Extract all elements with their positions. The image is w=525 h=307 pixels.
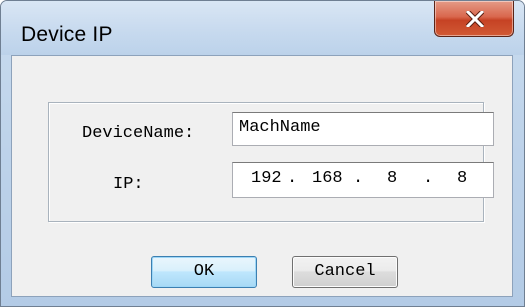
ip-octet-2[interactable]: 168: [312, 169, 343, 188]
ip-separator-1: .: [287, 169, 298, 188]
ip-address-field[interactable]: 192 . 168 . 8 . 8: [232, 162, 494, 198]
device-name-label: DeviceName:: [82, 124, 195, 143]
ok-button[interactable]: OK: [151, 256, 257, 288]
ip-separator-3: .: [423, 169, 434, 188]
ip-separator-2: .: [353, 169, 364, 188]
close-button[interactable]: [434, 1, 514, 37]
cancel-button[interactable]: Cancel: [292, 256, 398, 288]
device-name-field[interactable]: MachName: [232, 112, 494, 146]
close-icon: [466, 11, 484, 27]
window-title: Device IP: [21, 23, 113, 46]
dialog-body: DeviceName: MachName IP: 192 . 168 . 8 .…: [11, 55, 513, 297]
ip-octet-3[interactable]: 8: [387, 169, 397, 188]
ip-label: IP:: [113, 175, 144, 194]
ip-octet-1[interactable]: 192: [251, 169, 282, 188]
device-ip-dialog: Device IP DeviceName: MachName IP: 192 .…: [0, 0, 525, 307]
ip-octet-4[interactable]: 8: [457, 169, 467, 188]
title-bar[interactable]: Device IP: [1, 1, 524, 55]
